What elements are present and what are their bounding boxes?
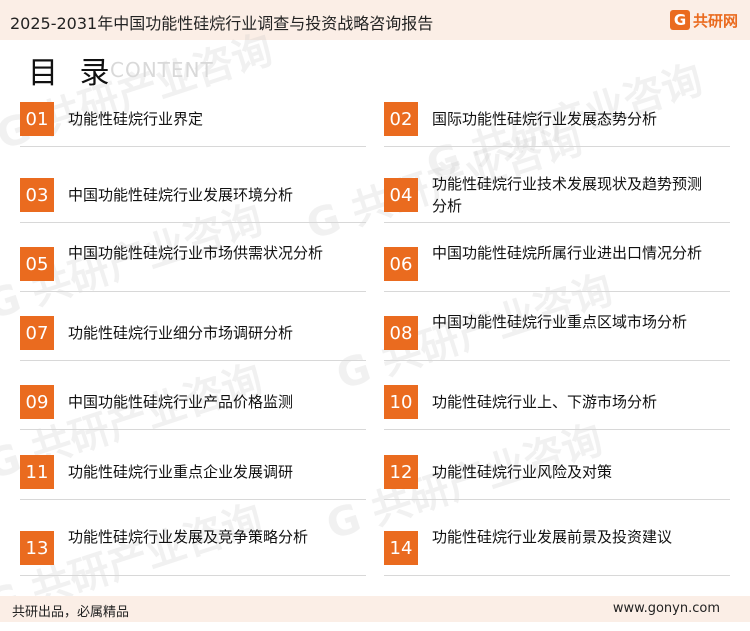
divider bbox=[384, 360, 730, 361]
report-title: 2025-2031年中国功能性硅烷行业调查与投资战略咨询报告 bbox=[10, 14, 434, 33]
footer-url: www.gonyn.com bbox=[612, 601, 720, 616]
divider bbox=[20, 222, 366, 223]
toc-item: 06 中国功能性硅烷所属行业进出口情况分析 bbox=[384, 244, 730, 297]
toc-item-number: 01 bbox=[20, 102, 54, 136]
divider bbox=[384, 146, 730, 147]
toc-item: 10 功能性硅烷行业上、下游市场分析 bbox=[384, 385, 730, 435]
divider bbox=[20, 499, 366, 500]
toc-item-label: 中国功能性硅烷所属行业进出口情况分析 bbox=[432, 244, 703, 262]
toc-item-number: 12 bbox=[384, 455, 418, 489]
footer-slogan: 共研出品，必属精品 bbox=[12, 605, 130, 620]
divider bbox=[384, 291, 730, 292]
footer-bar: 共研出品，必属精品 www.gonyn.com bbox=[0, 596, 750, 622]
header-bar: 2025-2031年中国功能性硅烷行业调查与投资战略咨询报告 G 共研网 bbox=[0, 0, 750, 40]
toc-item: 04 功能性硅烷行业技术发展现状及趋势预测分析 bbox=[384, 175, 730, 228]
toc-item-label: 功能性硅烷行业细分市场调研分析 bbox=[68, 324, 294, 342]
toc-item-number: 08 bbox=[384, 316, 418, 350]
divider bbox=[384, 429, 730, 430]
toc-item: 08 中国功能性硅烷行业重点区域市场分析 bbox=[384, 313, 730, 366]
toc-heading-en: CONTENT bbox=[110, 58, 214, 82]
toc-item-number: 11 bbox=[20, 455, 54, 489]
divider bbox=[20, 146, 366, 147]
g-logo-icon: G bbox=[669, 10, 690, 30]
toc-item-label: 功能性硅烷行业发展及竞争策略分析 bbox=[68, 528, 309, 546]
toc-item: 11 功能性硅烷行业重点企业发展调研 bbox=[20, 455, 366, 505]
toc-item-number: 06 bbox=[384, 247, 418, 281]
toc-item-number: 10 bbox=[384, 385, 418, 419]
toc-item: 02 国际功能性硅烷行业发展态势分析 bbox=[384, 102, 730, 152]
toc-item-number: 14 bbox=[384, 531, 418, 565]
toc-item-label: 中国功能性硅烷行业市场供需状况分析 bbox=[68, 244, 324, 262]
toc-item-label: 功能性硅烷行业上、下游市场分析 bbox=[432, 393, 658, 411]
toc-item-number: 04 bbox=[384, 178, 418, 212]
toc-item: 07 功能性硅烷行业细分市场调研分析 bbox=[20, 316, 366, 366]
toc-item: 03 中国功能性硅烷行业发展环境分析 bbox=[20, 178, 366, 228]
brand-logo-text: 共研网 bbox=[692, 11, 738, 30]
divider bbox=[384, 575, 730, 576]
toc-item-label: 功能性硅烷行业风险及对策 bbox=[432, 463, 613, 481]
toc-item-label: 功能性硅烷行业发展前景及投资建议 bbox=[432, 528, 673, 546]
toc-item: 12 功能性硅烷行业风险及对策 bbox=[384, 455, 730, 505]
divider bbox=[20, 291, 366, 292]
toc-item: 09 中国功能性硅烷行业产品价格监测 bbox=[20, 385, 366, 435]
divider bbox=[384, 222, 730, 223]
toc-item-number: 07 bbox=[20, 316, 54, 350]
toc-heading: 目 录 bbox=[28, 56, 116, 91]
divider bbox=[20, 575, 366, 576]
toc-item-label: 功能性硅烷行业技术发展现状及趋势预测分析 bbox=[432, 175, 703, 215]
toc-item-label: 中国功能性硅烷行业发展环境分析 bbox=[68, 186, 294, 204]
toc-item-number: 13 bbox=[20, 531, 54, 565]
divider bbox=[20, 360, 366, 361]
toc-item-number: 03 bbox=[20, 178, 54, 212]
toc-item-number: 02 bbox=[384, 102, 418, 136]
toc-item-label: 功能性硅烷行业界定 bbox=[68, 110, 204, 128]
toc-item-number: 09 bbox=[20, 385, 54, 419]
toc-item: 05 中国功能性硅烷行业市场供需状况分析 bbox=[20, 244, 366, 297]
toc-item-label: 中国功能性硅烷行业重点区域市场分析 bbox=[432, 313, 688, 331]
toc-item-label: 国际功能性硅烷行业发展态势分析 bbox=[432, 110, 658, 128]
toc-item-label: 功能性硅烷行业重点企业发展调研 bbox=[68, 463, 294, 481]
divider bbox=[20, 429, 366, 430]
toc-item: 14 功能性硅烷行业发展前景及投资建议 bbox=[384, 528, 730, 581]
toc-item: 13 功能性硅烷行业发展及竞争策略分析 bbox=[20, 528, 366, 581]
brand-logo: G 共研网 bbox=[669, 8, 738, 32]
divider bbox=[384, 499, 730, 500]
toc-item-label: 中国功能性硅烷行业产品价格监测 bbox=[68, 393, 294, 411]
toc-item-number: 05 bbox=[20, 247, 54, 281]
toc-item: 01 功能性硅烷行业界定 bbox=[20, 102, 366, 152]
